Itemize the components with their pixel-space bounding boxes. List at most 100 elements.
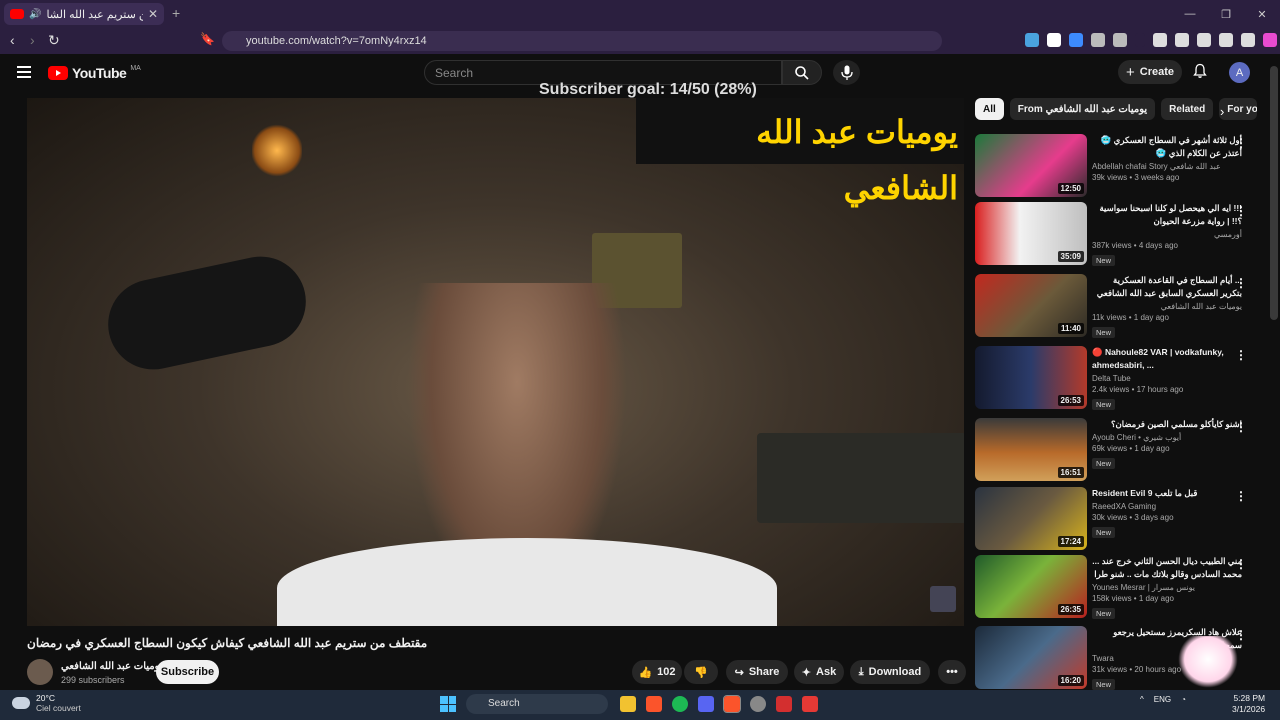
sidebar-icon[interactable]: [1175, 33, 1189, 47]
recommendation-item[interactable]: 16:51 اشنو كايأكلو مسلمي الصين فرمضان؟ A…: [975, 418, 1265, 482]
recommendation-title[interactable]: اشنو كايأكلو مسلمي الصين فرمضان؟: [1092, 418, 1242, 431]
create-button[interactable]: + Create: [1118, 60, 1182, 84]
video-thumbnail[interactable]: 26:53: [975, 346, 1087, 409]
back-icon[interactable]: ‹: [10, 32, 15, 48]
search-button[interactable]: [782, 60, 822, 85]
discord-icon[interactable]: [698, 696, 714, 712]
spotify-icon[interactable]: [672, 696, 688, 712]
ask-button[interactable]: ✦ Ask: [794, 660, 844, 684]
video-thumbnail[interactable]: 35:09: [975, 202, 1087, 265]
puzzle-icon[interactable]: [1091, 33, 1105, 47]
shield-icon[interactable]: [1241, 33, 1255, 47]
more-vertical-icon[interactable]: ⋮: [1235, 557, 1247, 571]
more-vertical-icon[interactable]: ⋮: [1235, 204, 1247, 218]
extension-icon[interactable]: [1047, 33, 1061, 47]
recommendation-item[interactable]: 26:53 🔴 Nahoule82 VAR | vodkafunky, ahme…: [975, 346, 1265, 410]
language-indicator[interactable]: ENG: [1154, 695, 1171, 704]
recommendation-title[interactable]: مني الطبيب ديال الحسن الثاني خرج عند ...…: [1092, 555, 1242, 581]
reload-icon[interactable]: ↻: [48, 32, 60, 49]
clock[interactable]: 5:28 PM 3/1/2026: [1232, 693, 1265, 715]
brave-active-icon[interactable]: [723, 695, 741, 713]
tab-active[interactable]: 🔊 مقتطف من ستريم عبد الله الشا ✕: [4, 3, 164, 25]
recommendation-title[interactable]: 🔴 Nahoule82 VAR | vodkafunky, ahmedsabir…: [1092, 346, 1242, 372]
more-vertical-icon[interactable]: ⋮: [1235, 489, 1247, 503]
audio-icon[interactable]: 🔊: [29, 9, 41, 20]
subscribe-button[interactable]: Subscribe: [156, 660, 219, 684]
recommendation-channel[interactable]: Abdellah chafai Story عبد الله شافعي: [1092, 162, 1242, 171]
more-horizontal-icon: •••: [946, 666, 958, 678]
share-button[interactable]: ↪ Share: [726, 660, 788, 684]
video-thumbnail[interactable]: 16:51: [975, 418, 1087, 481]
more-vertical-icon[interactable]: ⋮: [1235, 348, 1247, 362]
maximize-icon[interactable]: ❐: [1208, 0, 1244, 28]
bookmark-icon[interactable]: 🔖: [200, 32, 215, 46]
recommendation-channel[interactable]: Ayoub Cheri • أيوب شيري: [1092, 433, 1242, 442]
more-actions-button[interactable]: •••: [938, 660, 966, 684]
brave-icon[interactable]: [646, 696, 662, 712]
url-field[interactable]: youtube.com/watch?v=7omNy4rxz14: [222, 31, 942, 51]
recommendation-channel[interactable]: RaeedXA Gaming: [1092, 502, 1242, 511]
music-icon[interactable]: [1153, 33, 1167, 47]
video-thumbnail[interactable]: 17:24: [975, 487, 1087, 550]
chips-next-icon[interactable]: ›: [1220, 104, 1224, 119]
media-icon[interactable]: [802, 696, 818, 712]
channel-watermark[interactable]: [930, 586, 956, 612]
page-scrollbar[interactable]: [1270, 66, 1278, 320]
taskbar-search[interactable]: Search: [466, 694, 608, 714]
chip-related[interactable]: Related: [1161, 98, 1214, 120]
like-button[interactable]: 👍 102: [632, 660, 682, 684]
video-thumbnail[interactable]: 12:50: [975, 134, 1087, 197]
recommendation-item[interactable]: 35:09 !!! ايه الي هيحصل لو كلنا اسبحنا س…: [975, 202, 1265, 266]
channel-avatar[interactable]: [27, 659, 53, 685]
video-player[interactable]: يوميات عبد الله الشافعي: [27, 98, 964, 626]
recommendation-channel[interactable]: يوميات عبد الله الشافعي: [1092, 302, 1242, 311]
windows-start-icon[interactable]: [440, 696, 456, 712]
weather-widget[interactable]: 20°C Ciel couvert: [12, 693, 81, 713]
download-button[interactable]: ⤓ Download: [850, 660, 930, 684]
chip-all[interactable]: All: [975, 98, 1004, 120]
recommendation-channel[interactable]: أورمسي: [1092, 230, 1242, 239]
leo-icon[interactable]: [1219, 33, 1233, 47]
minimize-icon[interactable]: —: [1172, 0, 1208, 28]
tray-chevron-icon[interactable]: ^: [1140, 695, 1144, 704]
recommendation-title[interactable]: أول ثلاثة أشهر في السطاج العسكري 🥶 أعتذر…: [1092, 134, 1242, 160]
close-window-icon[interactable]: ✕: [1244, 0, 1280, 28]
voice-search-button[interactable]: [833, 60, 860, 85]
recommendation-channel[interactable]: Delta Tube: [1092, 374, 1242, 383]
screenshot-icon[interactable]: [1113, 33, 1127, 47]
recommendation-title[interactable]: Resident Evil 9 قبل ما تلعب: [1092, 487, 1242, 500]
more-vertical-icon[interactable]: ⋮: [1235, 420, 1247, 434]
vpn-icon[interactable]: [1263, 33, 1277, 47]
translate-icon[interactable]: [1025, 33, 1039, 47]
channel-name[interactable]: يوميات عبد الله الشافعي: [61, 661, 163, 672]
dislike-button[interactable]: 👎: [684, 660, 718, 684]
recommendation-item[interactable]: 11:40 ... أيام السطاج في القاعدة العسكري…: [975, 274, 1265, 338]
chip-from-channel[interactable]: From يوميات عبد الله الشافعي: [1009, 98, 1156, 120]
radio-graphic: [757, 433, 964, 523]
close-tab-icon[interactable]: ✕: [148, 7, 158, 21]
video-thumbnail[interactable]: 16:20: [975, 626, 1087, 689]
recommendation-title[interactable]: !!! ايه الي هيحصل لو كلنا اسبحنا سواسية …: [1092, 202, 1243, 228]
more-vertical-icon[interactable]: ⋮: [1235, 136, 1247, 150]
recommendation-item[interactable]: 12:50 أول ثلاثة أشهر في السطاج العسكري 🥶…: [975, 134, 1265, 198]
recommendation-title[interactable]: ... أيام السطاج في القاعدة العسكرية بتكر…: [1092, 274, 1242, 300]
audio-extension-icon[interactable]: [1069, 33, 1083, 47]
video-thumbnail[interactable]: 26:35: [975, 555, 1087, 618]
wallet-icon[interactable]: [1197, 33, 1211, 47]
notifications-bell-icon[interactable]: [1192, 63, 1208, 79]
account-avatar[interactable]: A: [1229, 62, 1250, 83]
chip-for-you[interactable]: For yo: [1219, 98, 1258, 120]
youtube-logo[interactable]: YouTube MA: [48, 65, 141, 81]
more-vertical-icon[interactable]: ⋮: [1235, 276, 1247, 290]
hamburger-menu-icon[interactable]: [17, 66, 31, 78]
video-thumbnail[interactable]: 11:40: [975, 274, 1087, 337]
forward-icon[interactable]: ›: [30, 32, 35, 48]
wifi-icon[interactable]: ◔: [1181, 695, 1186, 704]
app-icon[interactable]: [750, 696, 766, 712]
recommendation-item[interactable]: 26:35 مني الطبيب ديال الحسن الثاني خرج ع…: [975, 555, 1265, 619]
file-explorer-icon[interactable]: [620, 696, 636, 712]
new-tab-button[interactable]: +: [172, 5, 180, 21]
pdf-icon[interactable]: [776, 696, 792, 712]
recommendation-channel[interactable]: Younes Mesrar | يونس مسرار: [1092, 583, 1242, 592]
recommendation-item[interactable]: 17:24 Resident Evil 9 قبل ما تلعب RaeedX…: [975, 487, 1265, 551]
